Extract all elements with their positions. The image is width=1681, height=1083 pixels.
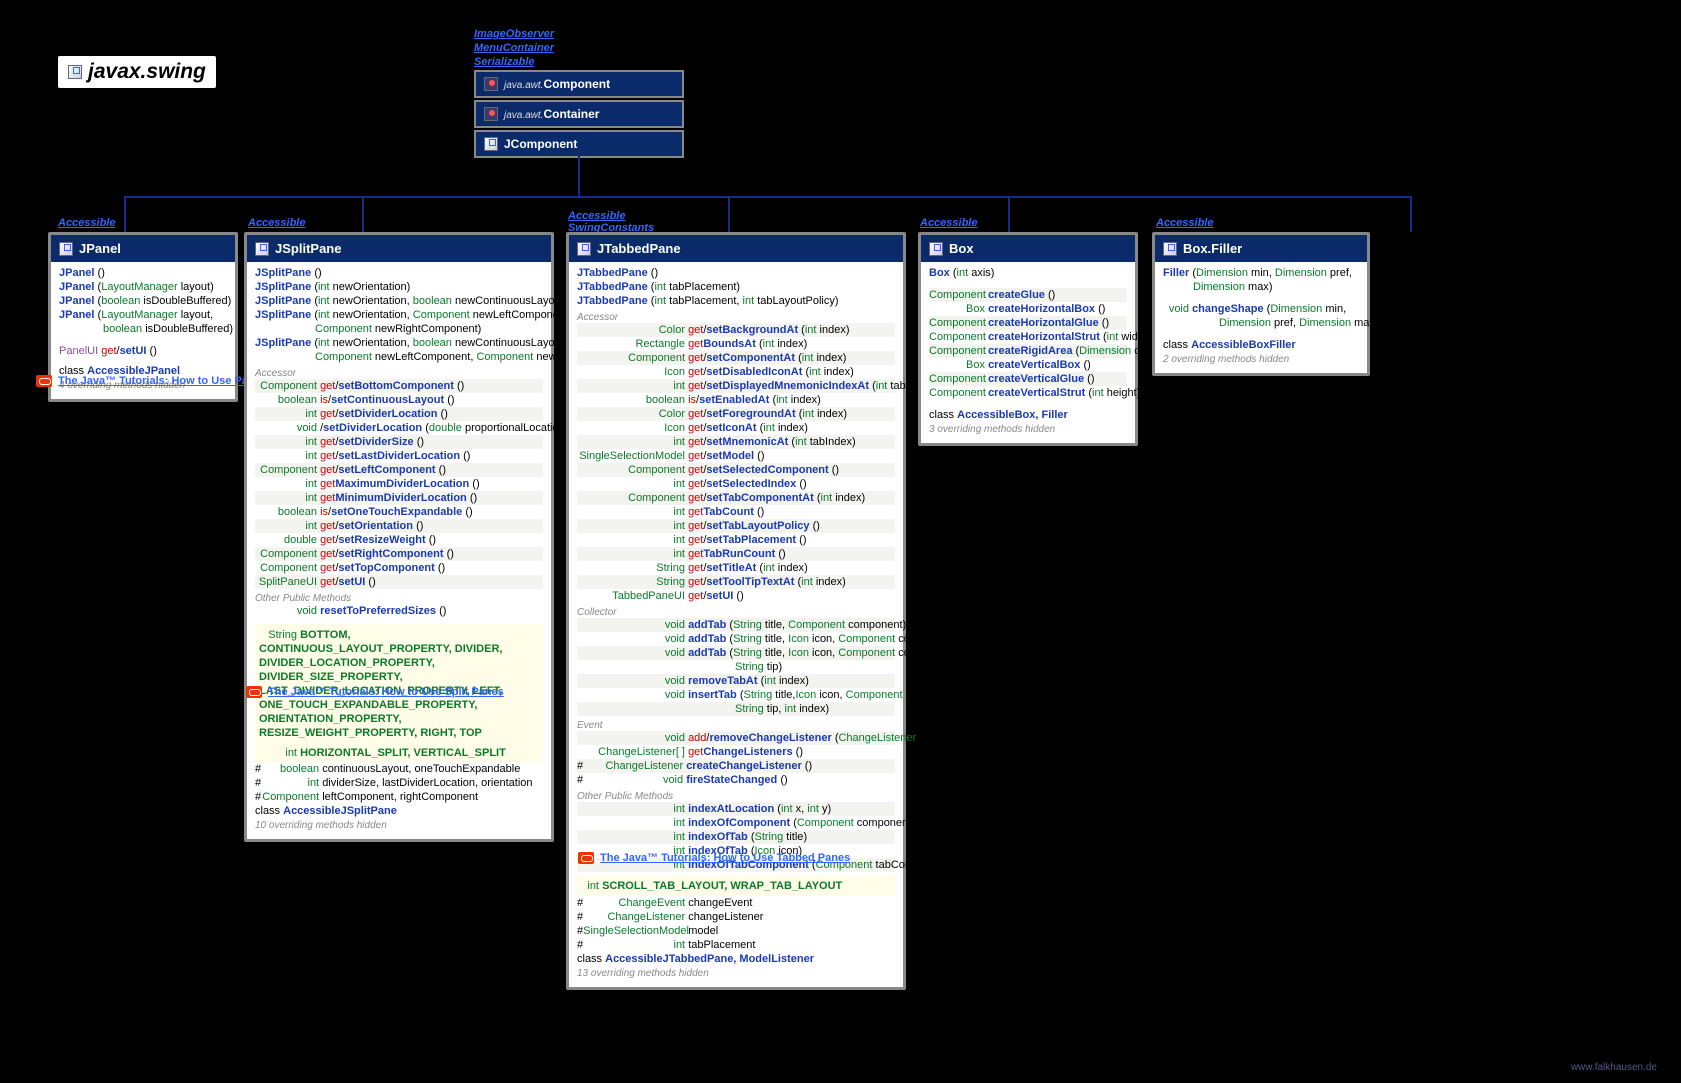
class-icon bbox=[577, 242, 591, 256]
connector bbox=[124, 196, 126, 232]
oracle-icon bbox=[578, 852, 594, 864]
class-icon bbox=[929, 242, 943, 256]
connector bbox=[362, 196, 364, 232]
interface-link[interactable]: Accessible bbox=[568, 210, 625, 222]
interface-link[interactable]: Accessible bbox=[920, 217, 977, 229]
class-icon bbox=[59, 242, 73, 256]
root-class-jcomponent[interactable]: JComponent bbox=[474, 130, 684, 158]
class-header[interactable]: JSplitPane bbox=[247, 235, 551, 262]
connector bbox=[578, 156, 580, 196]
interface-link[interactable]: Accessible bbox=[248, 217, 305, 229]
class-header[interactable]: JTabbedPane bbox=[569, 235, 903, 262]
class-icon bbox=[255, 242, 269, 256]
root-class-component[interactable]: java.awt.Component bbox=[474, 70, 684, 98]
class-icon bbox=[484, 107, 498, 121]
class-jtabbedpane: JTabbedPane JTabbedPane ()JTabbedPane (i… bbox=[566, 232, 906, 990]
interface-link[interactable]: MenuContainer bbox=[474, 41, 554, 55]
footer-link[interactable]: www.falkhausen.de bbox=[1571, 1062, 1657, 1073]
oracle-icon bbox=[246, 686, 262, 698]
tutorial-link[interactable]: The Java™ Tutorials: How to Use Split Pa… bbox=[246, 686, 504, 698]
class-header[interactable]: Box bbox=[921, 235, 1135, 262]
class-box: Box Box (int axis)Component createGlue (… bbox=[918, 232, 1138, 446]
package-title: javax.swing bbox=[58, 56, 216, 88]
class-jsplitpane: JSplitPane JSplitPane ()JSplitPane (int … bbox=[244, 232, 554, 842]
class-header[interactable]: Box.Filler bbox=[1155, 235, 1367, 262]
package-icon bbox=[68, 65, 82, 79]
interface-link[interactable]: ImageObserver bbox=[474, 27, 554, 41]
class-header[interactable]: JPanel bbox=[51, 235, 235, 262]
connector bbox=[1410, 196, 1412, 232]
connector bbox=[1008, 196, 1010, 232]
interface-link[interactable]: Accessible bbox=[58, 217, 115, 229]
root-interfaces: ImageObserver MenuContainer Serializable bbox=[474, 27, 554, 69]
package-name: javax.swing bbox=[88, 60, 206, 84]
class-boxfiller: Box.Filler Filler (Dimension min, Dimens… bbox=[1152, 232, 1370, 376]
root-class-container[interactable]: java.awt.Container bbox=[474, 100, 684, 128]
tutorial-link[interactable]: The Java™ Tutorials: How to Use Tabbed P… bbox=[578, 852, 850, 864]
class-icon bbox=[1163, 242, 1177, 256]
connector bbox=[728, 196, 730, 232]
interface-link[interactable]: Accessible bbox=[1156, 217, 1213, 229]
connector bbox=[124, 196, 1412, 198]
class-icon bbox=[484, 77, 498, 91]
class-icon bbox=[484, 137, 498, 151]
tutorial-link[interactable]: The Java™ Tutorials: How to Use Panels bbox=[36, 375, 270, 387]
interface-link[interactable]: Serializable bbox=[474, 55, 554, 69]
oracle-icon bbox=[36, 375, 52, 387]
